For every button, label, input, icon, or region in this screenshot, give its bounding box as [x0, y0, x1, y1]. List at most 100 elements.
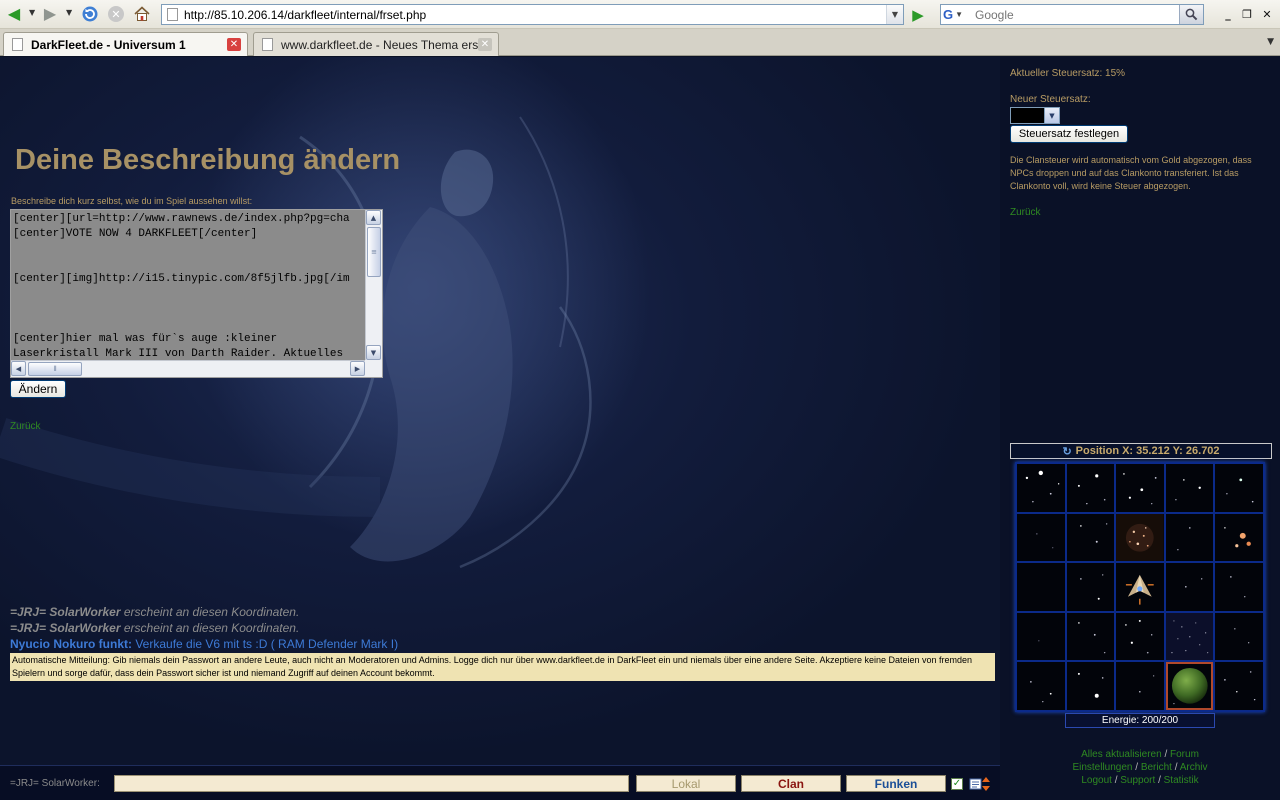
position-text: Position X: 35.212 Y: 26.702	[1075, 445, 1220, 457]
search-input[interactable]	[973, 5, 1181, 24]
report-link[interactable]: Bericht	[1141, 762, 1172, 773]
stop-icon[interactable]: ✕	[106, 4, 126, 24]
reload-icon[interactable]	[80, 4, 100, 24]
scroll-right-icon[interactable]: ▶	[350, 361, 365, 376]
page-icon	[262, 38, 273, 51]
sector-cell[interactable]	[1116, 662, 1164, 710]
sector-cell[interactable]	[1165, 563, 1214, 611]
chat-text: erscheint an diesen Koordinaten.	[120, 605, 300, 619]
chat-message: Nyucio Nokuro funkt: Verkaufe die V6 mit…	[10, 637, 1000, 653]
tab-darkfleet-universe[interactable]: DarkFleet.de - Universum 1 ✕	[3, 32, 248, 56]
search-bar[interactable]: G ▼	[940, 4, 1204, 25]
sector-cell[interactable]	[1066, 464, 1115, 512]
sector-cell-current[interactable]	[1165, 662, 1214, 710]
local-channel-button[interactable]: Lokal	[636, 775, 736, 792]
tab-forum-thread[interactable]: www.darkfleet.de - Neues Thema erst... ✕	[253, 32, 499, 56]
scroll-down-icon[interactable]: ▼	[366, 345, 381, 360]
restore-icon[interactable]: ❐	[1240, 7, 1254, 21]
page-title: Deine Beschreibung ändern	[15, 144, 401, 176]
back-history-dropdown-icon[interactable]: ▼	[29, 8, 35, 17]
tax-rate-select[interactable]: ▼	[1010, 107, 1060, 124]
chat-toggle-icon[interactable]	[969, 776, 991, 792]
page-icon	[12, 38, 23, 51]
close-tab-icon[interactable]: ✕	[227, 38, 241, 51]
home-icon[interactable]	[132, 4, 152, 24]
chevron-down-icon[interactable]: ▼	[1044, 108, 1059, 123]
forward-arrow-icon[interactable]: ▶	[40, 4, 60, 24]
vertical-scrollbar[interactable]: ▲ ≡ ▼	[365, 210, 382, 360]
sector-cell[interactable]	[1215, 464, 1263, 512]
sector-cell[interactable]	[1017, 563, 1065, 611]
sector-cell[interactable]	[1215, 513, 1263, 562]
sector-cell[interactable]	[1017, 662, 1065, 710]
sector-cell[interactable]	[1215, 662, 1263, 710]
settings-link[interactable]: Einstellungen	[1072, 762, 1132, 773]
sector-cell[interactable]	[1215, 612, 1263, 661]
set-tax-button[interactable]: Steuersatz festlegen	[1010, 125, 1128, 143]
refresh-all-link[interactable]: Alles aktualisieren	[1081, 749, 1162, 760]
sector-cell[interactable]	[1017, 612, 1065, 661]
sector-cell[interactable]	[1017, 464, 1065, 512]
sector-cell[interactable]	[1116, 513, 1164, 562]
chat-input-bar: =JRJ= SolarWorker: Lokal Clan Funken ✓	[0, 765, 1000, 800]
horizontal-scroll-thumb[interactable]: ⦀	[28, 362, 82, 376]
support-link[interactable]: Support	[1120, 775, 1155, 786]
sector-cell[interactable]	[1116, 464, 1164, 512]
magnifier-icon[interactable]	[1179, 5, 1203, 24]
side-link-menu: Alles aktualisieren / Forum Einstellunge…	[1072, 749, 1208, 786]
refresh-icon[interactable]: ↻	[1062, 445, 1071, 458]
go-arrow-icon[interactable]: ▶	[908, 5, 928, 24]
sector-cell[interactable]	[1215, 563, 1263, 611]
back-link[interactable]: Zurück	[10, 421, 41, 432]
minimize-icon[interactable]: _	[1221, 7, 1235, 21]
change-description-button[interactable]: Ändern	[10, 380, 66, 398]
close-window-icon[interactable]: ✕	[1260, 7, 1274, 21]
sector-cell[interactable]	[1165, 513, 1214, 562]
back-arrow-icon[interactable]: ◀	[4, 4, 24, 24]
statistics-link[interactable]: Statistik	[1164, 775, 1199, 786]
sector-cell[interactable]	[1017, 513, 1065, 562]
tab-label: DarkFleet.de - Universum 1	[31, 37, 186, 52]
sector-cell[interactable]	[1116, 563, 1164, 611]
vertical-scroll-thumb[interactable]: ≡	[367, 227, 381, 277]
description-text[interactable]: [center][url=http://www.rawnews.de/index…	[11, 210, 365, 360]
url-text[interactable]: http://85.10.206.14/darkfleet/internal/f…	[184, 8, 426, 22]
sector-cell[interactable]	[1066, 513, 1115, 562]
scroll-up-icon[interactable]: ▲	[366, 210, 381, 225]
sector-cell[interactable]	[1066, 563, 1115, 611]
clan-channel-button[interactable]: Clan	[741, 775, 841, 792]
chat-username[interactable]: =JRJ= SolarWorker	[10, 605, 121, 619]
close-tab-icon[interactable]: ✕	[478, 38, 492, 51]
navigation-toolbar: ◀ ▼ ▶ ▼ ✕ http://85.10.206.14/darkfleet/…	[0, 0, 1280, 29]
chat-message: =JRJ= SolarWorker erscheint an diesen Ko…	[10, 605, 1000, 621]
tab-bar: DarkFleet.de - Universum 1 ✕ www.darkfle…	[0, 29, 1280, 56]
google-engine-icon[interactable]: G ▼	[943, 6, 971, 23]
radio-channel-button[interactable]: Funken	[846, 775, 946, 792]
page-icon	[167, 8, 178, 21]
sector-cell[interactable]	[1066, 612, 1115, 661]
archive-link[interactable]: Archiv	[1180, 762, 1208, 773]
space-sector-grid	[1015, 462, 1265, 712]
forum-link[interactable]: Forum	[1170, 749, 1199, 760]
url-history-dropdown-icon[interactable]: ▼	[886, 5, 903, 24]
sector-cell[interactable]	[1165, 464, 1214, 512]
sector-cell[interactable]	[1165, 612, 1214, 661]
description-textarea[interactable]: [center][url=http://www.rawnews.de/index…	[10, 209, 383, 378]
energy-display: Energie: 200/200	[1065, 713, 1215, 728]
chat-input[interactable]	[114, 775, 629, 792]
new-tax-label: Neuer Steuersatz:	[1010, 94, 1091, 105]
sector-cell[interactable]	[1066, 662, 1115, 710]
checkbox-check-icon[interactable]: ✓	[951, 778, 963, 790]
logout-link[interactable]: Logout	[1081, 775, 1112, 786]
chat-text: erscheint an diesen Koordinaten.	[120, 621, 300, 635]
address-bar[interactable]: http://85.10.206.14/darkfleet/internal/f…	[161, 4, 904, 25]
back-link[interactable]: Zurück	[1010, 207, 1041, 218]
chat-username[interactable]: Nyucio Nokuro funkt:	[10, 637, 132, 651]
forward-history-dropdown-icon[interactable]: ▼	[66, 8, 72, 17]
sector-cell[interactable]	[1116, 612, 1164, 661]
tab-list-dropdown-icon[interactable]: ▼	[1267, 37, 1274, 47]
horizontal-scrollbar[interactable]: ◀ ⦀ ▶	[11, 360, 365, 377]
scroll-left-icon[interactable]: ◀	[11, 361, 26, 376]
chat-log: =JRJ= SolarWorker erscheint an diesen Ko…	[10, 605, 1000, 653]
chat-username[interactable]: =JRJ= SolarWorker	[10, 621, 121, 635]
